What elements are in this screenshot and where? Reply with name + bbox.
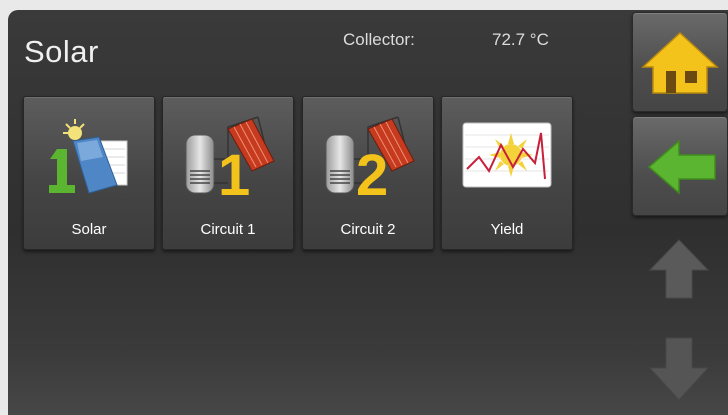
- svg-text:1: 1: [218, 143, 250, 199]
- yield-chart-icon: [462, 122, 552, 188]
- tile-yield[interactable]: Yield: [441, 96, 573, 250]
- scroll-down-button[interactable]: [632, 328, 726, 415]
- home-button[interactable]: [632, 12, 728, 112]
- back-button[interactable]: [632, 116, 728, 216]
- up-arrow-icon: [648, 239, 710, 299]
- scroll-up-button[interactable]: [632, 232, 726, 322]
- tile-solar[interactable]: Solar: [23, 96, 155, 250]
- svg-text:2: 2: [356, 143, 388, 199]
- tile-label: Circuit 2: [340, 221, 396, 238]
- tile-circuit-2[interactable]: 2 Circuit 2: [302, 96, 434, 250]
- collector-label: Collector:: [343, 30, 415, 49]
- back-arrow-icon: [647, 139, 716, 195]
- solar-panel-icon: [49, 119, 128, 194]
- tank-circuit-1-icon: 1: [185, 116, 275, 199]
- down-arrow-icon: [648, 337, 710, 401]
- side-navigation: [630, 10, 728, 415]
- tank-circuit-2-icon: 2: [325, 116, 415, 199]
- home-icon: [641, 31, 719, 94]
- page-title: Solar: [24, 34, 99, 69]
- tile-label: Solar: [71, 221, 107, 238]
- tile-label: Yield: [490, 221, 524, 238]
- tile-label: Circuit 1: [200, 221, 256, 238]
- collector-temperature: 72.7 °C: [492, 30, 549, 49]
- display-screen: Solar Collector: 72.7 °C Solar 1 Circuit…: [8, 10, 728, 415]
- tile-circuit-1[interactable]: 1 Circuit 1: [162, 96, 294, 250]
